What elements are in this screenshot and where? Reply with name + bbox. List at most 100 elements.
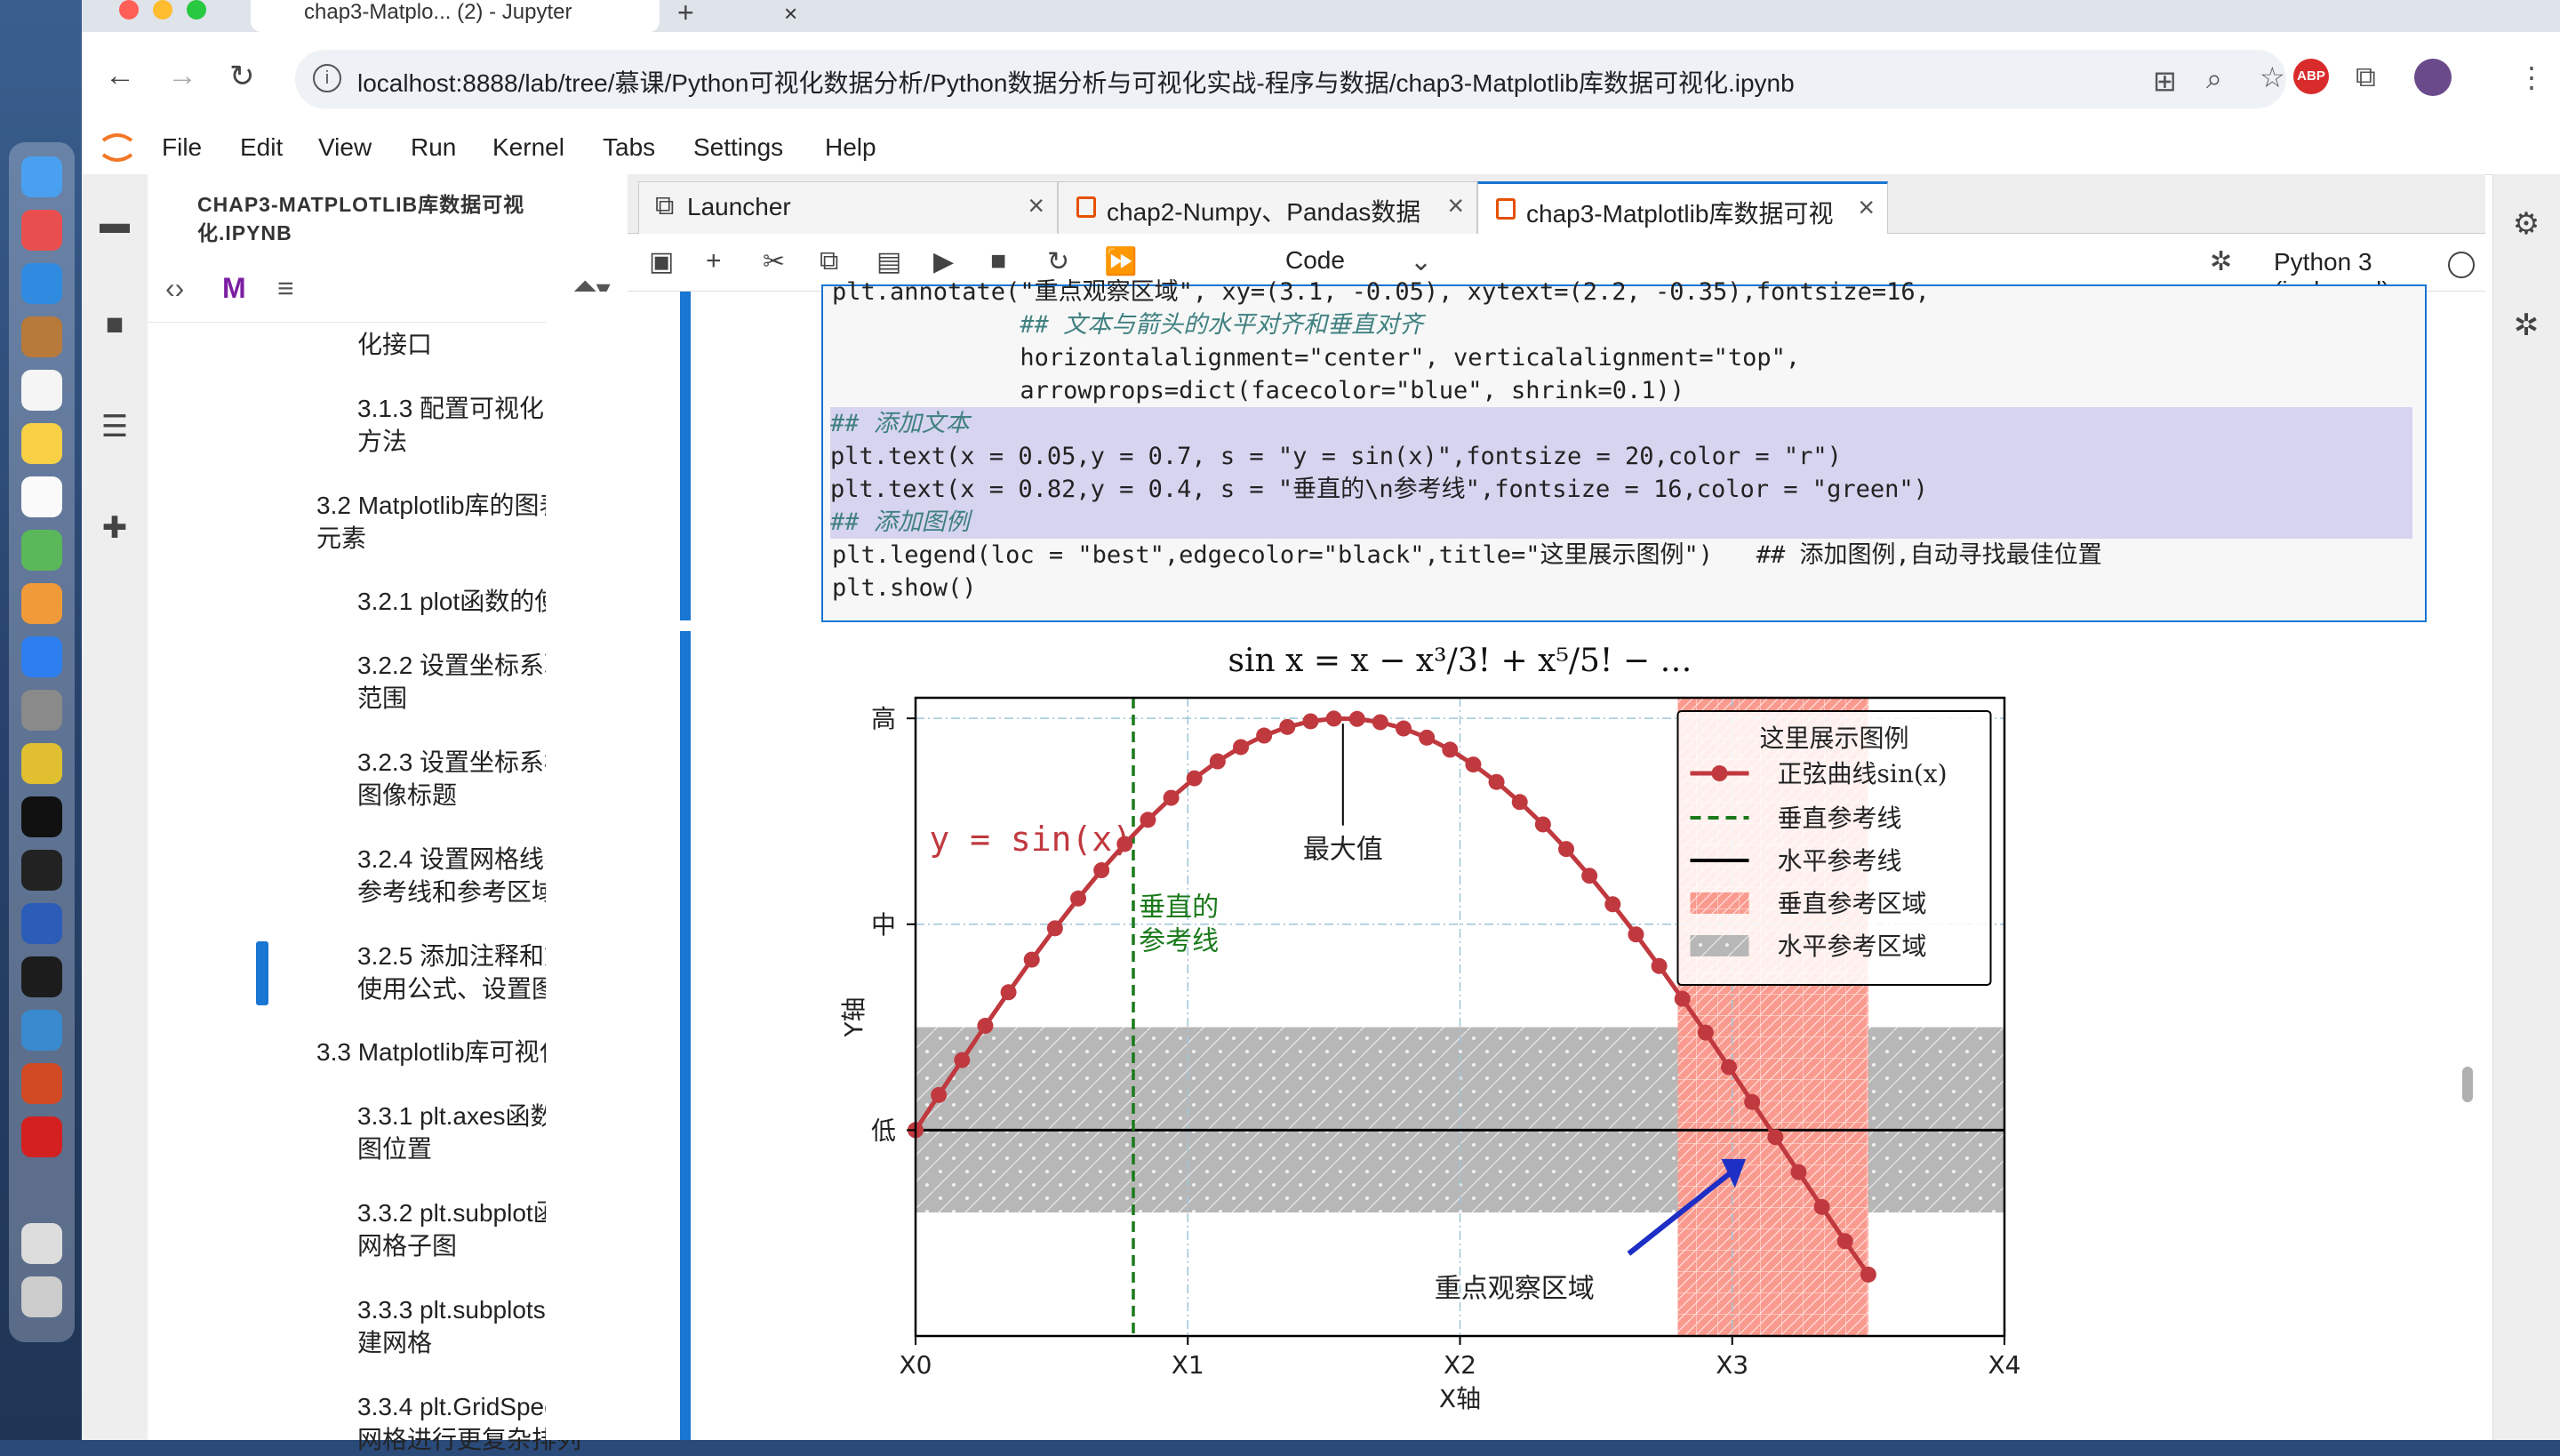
menu-file[interactable]: File <box>162 133 202 162</box>
url-text: localhost:8888/lab/tree/慕课/Python可视化数据分析… <box>357 69 1795 97</box>
contacts-icon[interactable] <box>21 316 62 357</box>
notebook-scrollbar[interactable] <box>2462 1067 2473 1102</box>
curve-marker <box>1233 739 1250 756</box>
terminal-icon[interactable] <box>21 850 62 891</box>
browser-tab[interactable]: chap3-Matplo... (2) - Jupyter × <box>251 0 797 32</box>
x-tick-label: X4 <box>1988 1350 2021 1380</box>
cell-selection-bar[interactable] <box>680 292 691 620</box>
debugger-icon[interactable]: ✲ <box>2210 246 2232 277</box>
finder-icon[interactable] <box>21 156 62 197</box>
safari-icon[interactable] <box>21 263 62 304</box>
code-toggle-icon[interactable]: ‹› <box>165 272 184 305</box>
trash-icon[interactable] <box>21 1276 62 1317</box>
table-of-contents-icon[interactable]: ☰ <box>98 409 132 444</box>
markdown-toggle-icon[interactable]: M <box>222 272 246 305</box>
extensions-icon[interactable]: ⧉ <box>2356 60 2376 94</box>
stop-icon[interactable]: ■ <box>990 246 1006 276</box>
menu-tabs[interactable]: Tabs <box>603 133 655 162</box>
forward-icon[interactable]: → <box>167 59 197 93</box>
translate-icon[interactable]: ⊞ <box>2153 64 2177 98</box>
notebook-icon <box>1076 196 1096 218</box>
debugger-icon[interactable]: ✲ <box>2509 308 2543 342</box>
new-tab-icon[interactable]: + <box>677 0 694 29</box>
word-icon[interactable] <box>21 903 62 944</box>
macos-dock <box>0 0 82 1440</box>
zoom-icon[interactable]: ⌕ <box>2206 62 2222 96</box>
document-thumbnail-icon[interactable] <box>21 1223 62 1264</box>
notes-icon[interactable] <box>21 423 62 464</box>
app-store-icon[interactable] <box>21 636 62 677</box>
x-axis-label: X轴 <box>1439 1384 1481 1413</box>
chrome-icon[interactable] <box>21 743 62 784</box>
browser-tab-strip: chap3-Matplo... (2) - Jupyter × + <box>82 0 2560 32</box>
back-icon[interactable]: ← <box>105 59 135 93</box>
numbering-icon[interactable]: ≡ <box>277 272 294 305</box>
running-kernels-icon[interactable]: ■ <box>98 308 132 341</box>
insert-cell-icon[interactable]: + <box>706 246 722 276</box>
info-icon[interactable]: i <box>313 64 341 92</box>
menu-edit[interactable]: Edit <box>240 133 283 162</box>
restart-icon[interactable]: ↻ <box>1047 246 1069 277</box>
avatar[interactable] <box>2414 59 2452 96</box>
curve-marker <box>1186 770 1203 787</box>
curve-marker <box>1302 713 1319 730</box>
menu-kernel[interactable]: Kernel <box>492 133 564 162</box>
code-cell-editor[interactable]: plt.annotate("重点观察区域", xy=(3.1, -0.05), … <box>821 278 2427 622</box>
menu-settings[interactable]: Settings <box>693 133 783 162</box>
reload-icon[interactable]: ↻ <box>229 59 255 94</box>
curve-marker <box>1534 816 1551 833</box>
run-icon[interactable]: ▶ <box>933 246 954 277</box>
y-tick-label: 中 <box>871 910 896 940</box>
address-bar[interactable]: i localhost:8888/lab/tree/慕课/Python可视化数据… <box>295 50 2286 108</box>
x-tick-label: X2 <box>1444 1350 1476 1380</box>
curve-marker <box>977 1018 994 1035</box>
zoom-window-icon[interactable] <box>187 0 206 20</box>
activity-monitor-icon[interactable] <box>21 956 62 997</box>
acrobat-icon[interactable] <box>21 1116 62 1157</box>
close-icon[interactable]: × <box>1028 189 1044 222</box>
launchpad-icon[interactable] <box>21 210 62 251</box>
maps-icon[interactable] <box>21 530 62 571</box>
menu-help[interactable]: Help <box>825 133 876 162</box>
curve-marker <box>1767 1129 1784 1146</box>
powerpoint-icon[interactable] <box>21 1063 62 1104</box>
code-line: plt.annotate("重点观察区域", xy=(3.1, -0.05), … <box>832 278 1930 306</box>
tab-chap3[interactable]: chap3-Matplotlib库数据可视 × <box>1477 181 1888 236</box>
adblock-icon[interactable]: ABP <box>2293 59 2329 94</box>
cell-type-select[interactable]: Code <box>1285 246 1345 275</box>
folder-icon[interactable]: ▬ <box>98 206 132 240</box>
system-settings-icon[interactable] <box>21 690 62 731</box>
menu-run[interactable]: Run <box>411 133 456 162</box>
photos-icon[interactable] <box>21 583 62 624</box>
x-tick-label: X0 <box>900 1350 932 1380</box>
menu-view[interactable]: View <box>318 133 372 162</box>
chevron-down-icon[interactable]: ⌄ <box>1410 246 1432 277</box>
output-selection-bar[interactable] <box>680 631 691 1440</box>
property-inspector-icon[interactable]: ⚙ <box>2509 206 2543 241</box>
qq-icon[interactable] <box>21 796 62 837</box>
curve-marker <box>954 1052 971 1068</box>
curve-marker <box>1674 990 1691 1007</box>
reminders-icon[interactable] <box>21 476 62 517</box>
cut-icon[interactable]: ✂ <box>763 246 785 277</box>
calendar-icon[interactable] <box>21 370 62 411</box>
bookmark-star-icon[interactable]: ☆ <box>2260 60 2285 94</box>
legend-entry: 水平参考区域 <box>1778 932 1927 961</box>
minimize-window-icon[interactable] <box>153 0 172 20</box>
tab-label: chap2-Numpy、Pandas数据 <box>1107 198 1421 226</box>
close-window-icon[interactable] <box>119 0 139 20</box>
toc-entry[interactable]: 化接口 <box>357 328 432 361</box>
tab-launcher[interactable]: ⧉ Launcher × <box>638 181 1058 234</box>
paste-icon[interactable]: ▤ <box>876 246 901 277</box>
tab-chap2[interactable]: chap2-Numpy、Pandas数据 × <box>1058 181 1477 234</box>
dock-background <box>9 142 75 1342</box>
quicktime-icon[interactable] <box>21 1010 62 1051</box>
extensions-puzzle-icon[interactable]: ✚ <box>98 510 132 545</box>
save-icon[interactable]: ▣ <box>649 246 674 277</box>
run-all-icon[interactable]: ⏩ <box>1104 246 1137 277</box>
more-menu-icon[interactable]: ⋮ <box>2517 60 2546 94</box>
close-icon[interactable]: × <box>1858 191 1875 224</box>
close-icon[interactable]: × <box>784 0 797 28</box>
close-icon[interactable]: × <box>1447 189 1464 222</box>
copy-icon[interactable]: ⧉ <box>820 246 838 276</box>
